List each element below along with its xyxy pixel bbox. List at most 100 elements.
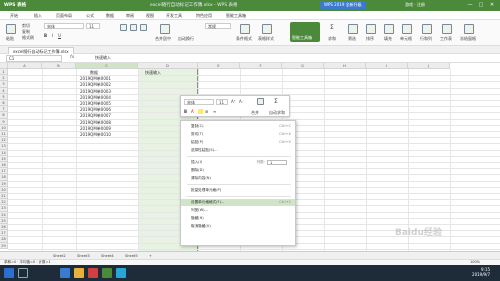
chat-icon[interactable]: [116, 268, 126, 278]
cell-b9[interactable]: 2019QM单0008: [80, 120, 111, 126]
column-header[interactable]: F: [240, 63, 282, 69]
cell-b8[interactable]: 2019QM单0007: [80, 113, 111, 119]
column-header[interactable]: A: [8, 63, 42, 69]
align-center-mini-icon[interactable]: ≡: [213, 109, 216, 114]
grid-line: [324, 69, 325, 251]
menu-clear-contents[interactable]: 清除内容(N): [181, 175, 295, 182]
document-tab[interactable]: excel随行自动标记工作簿.xlsx: [8, 47, 74, 54]
menu-view[interactable]: 视图: [146, 13, 154, 19]
browser-icon[interactable]: [60, 268, 70, 278]
filter-icon[interactable]: [348, 24, 358, 34]
row-header[interactable]: 29: [0, 242, 8, 249]
grid-line: [450, 69, 451, 251]
column-header[interactable]: I: [366, 63, 408, 69]
mini-sum-label[interactable]: 自动求和: [269, 110, 285, 116]
menu-hide[interactable]: 隐藏(H): [181, 215, 295, 222]
wrap-text-button[interactable]: 自动换行: [178, 36, 194, 42]
explorer-icon[interactable]: [74, 268, 84, 278]
start-icon[interactable]: [4, 268, 14, 278]
mini-font-select[interactable]: 宋体: [184, 99, 214, 105]
column-header[interactable]: C: [76, 63, 138, 69]
column-header[interactable]: H: [324, 63, 366, 69]
decrease-font-icon[interactable]: A⁻: [239, 99, 244, 104]
search-icon[interactable]: [18, 268, 28, 278]
wps-taskbar-icon[interactable]: [102, 268, 112, 278]
number-format-select[interactable]: 常规: [205, 23, 231, 29]
menu-page-layout[interactable]: 页面布局: [56, 13, 72, 19]
smart-toolbox-button[interactable]: 智能工具箱: [290, 22, 320, 42]
mini-size-select[interactable]: 11: [216, 99, 228, 105]
maximize-button[interactable]: □: [476, 1, 486, 9]
menu-special[interactable]: 特色应用: [196, 13, 212, 19]
mini-bold-icon[interactable]: B: [184, 109, 187, 114]
formula-input[interactable]: 快速输入: [95, 55, 111, 61]
freeze-panes-icon[interactable]: [464, 24, 474, 34]
menu-paste[interactable]: 粘贴(P) Ctrl+V: [181, 139, 295, 146]
menu-format-cells[interactable]: 设置单元格格式(F)... Ctrl+1: [181, 199, 295, 206]
column-header[interactable]: D: [138, 63, 198, 69]
mini-merge-label[interactable]: 合并: [251, 110, 259, 116]
format-painter-button[interactable]: 格式刷: [22, 35, 34, 41]
menu-unhide[interactable]: 取消隐藏(U): [181, 223, 295, 230]
menu-paste-special[interactable]: 选择性粘贴(S)...: [181, 147, 295, 154]
app-icon[interactable]: [88, 268, 98, 278]
menu-delete[interactable]: 删除(D): [181, 167, 295, 174]
fill-color-icon[interactable]: [198, 109, 203, 114]
increase-font-icon[interactable]: A⁺: [231, 99, 236, 104]
menu-insert[interactable]: 插入: [34, 13, 42, 19]
column-header[interactable]: E: [198, 63, 240, 69]
cell-b3[interactable]: 2019QM单0002: [80, 82, 111, 88]
cell-b11[interactable]: 2019QM单0010: [80, 132, 111, 138]
align-right-icon[interactable]: [140, 24, 147, 31]
sum-icon[interactable]: Σ: [330, 24, 334, 31]
cell-icon[interactable]: [402, 24, 412, 34]
cell-b5[interactable]: 2019QM单0004: [80, 95, 111, 101]
menu-batch-process[interactable]: 批量处理单元格(P): [181, 187, 295, 194]
menu-insert[interactable]: 插入(I) 列数: 1: [181, 159, 295, 166]
autosum-icon[interactable]: Σ: [274, 98, 278, 105]
font-family-select[interactable]: 宋体: [44, 23, 84, 29]
menu-copy[interactable]: 复制(C) Ctrl+C: [181, 123, 295, 130]
align-center-icon[interactable]: [130, 24, 137, 31]
font-size-select[interactable]: 11: [86, 23, 100, 29]
cell-c1[interactable]: 快速输入: [145, 70, 161, 76]
column-header[interactable]: J: [408, 63, 450, 69]
fx-icon[interactable]: fx: [70, 55, 74, 60]
paste-icon[interactable]: [6, 24, 16, 34]
taskbar-clock[interactable]: 9:15 2019/9/7: [472, 267, 490, 277]
italic-icon[interactable]: I: [52, 33, 53, 38]
close-button[interactable]: ✕: [487, 1, 497, 9]
menu-smart-tools[interactable]: 智能工具箱: [226, 13, 246, 19]
menu-column-width[interactable]: 列宽(W)...: [181, 207, 295, 214]
cell-b4[interactable]: 2019QM单0003: [80, 89, 111, 95]
cell-b10[interactable]: 2019QM单0009: [80, 126, 111, 132]
bold-icon[interactable]: B: [44, 33, 47, 38]
menu-home[interactable]: 开始: [10, 13, 18, 19]
table-style-icon[interactable]: [262, 24, 272, 34]
row-col-icon[interactable]: [422, 24, 432, 34]
underline-icon[interactable]: U: [58, 33, 61, 38]
fill-icon[interactable]: [384, 24, 394, 34]
align-left-icon[interactable]: [120, 24, 127, 31]
merge-icon[interactable]: [160, 24, 170, 34]
worksheet-icon[interactable]: [442, 24, 452, 34]
menu-cut[interactable]: 剪切(T) Ctrl+X: [181, 131, 295, 138]
minimize-button[interactable]: —: [465, 1, 475, 9]
font-color-icon[interactable]: A: [191, 109, 194, 114]
upgrade-banner[interactable]: WPS 2019 全新升级: [320, 1, 366, 9]
insert-count-input[interactable]: 1: [267, 160, 287, 165]
merge-label[interactable]: 合并居中: [155, 36, 171, 42]
sort-icon[interactable]: [366, 24, 376, 34]
border-icon[interactable]: ⊞: [205, 109, 208, 114]
user-account[interactable]: 游戏 · 注册: [405, 2, 425, 8]
merge-cells-icon[interactable]: [257, 98, 264, 105]
column-header[interactable]: B: [42, 63, 76, 69]
menu-review[interactable]: 审阅: [126, 13, 134, 19]
menu-developer[interactable]: 开发工具: [166, 13, 182, 19]
conditional-format-icon[interactable]: [240, 24, 250, 34]
os-taskbar: 9:15 2019/9/7: [0, 265, 500, 281]
column-header[interactable]: G: [282, 63, 324, 69]
menu-data[interactable]: 数据: [106, 13, 114, 19]
name-box[interactable]: C1: [6, 55, 62, 62]
menu-formulas[interactable]: 公式: [86, 13, 94, 19]
